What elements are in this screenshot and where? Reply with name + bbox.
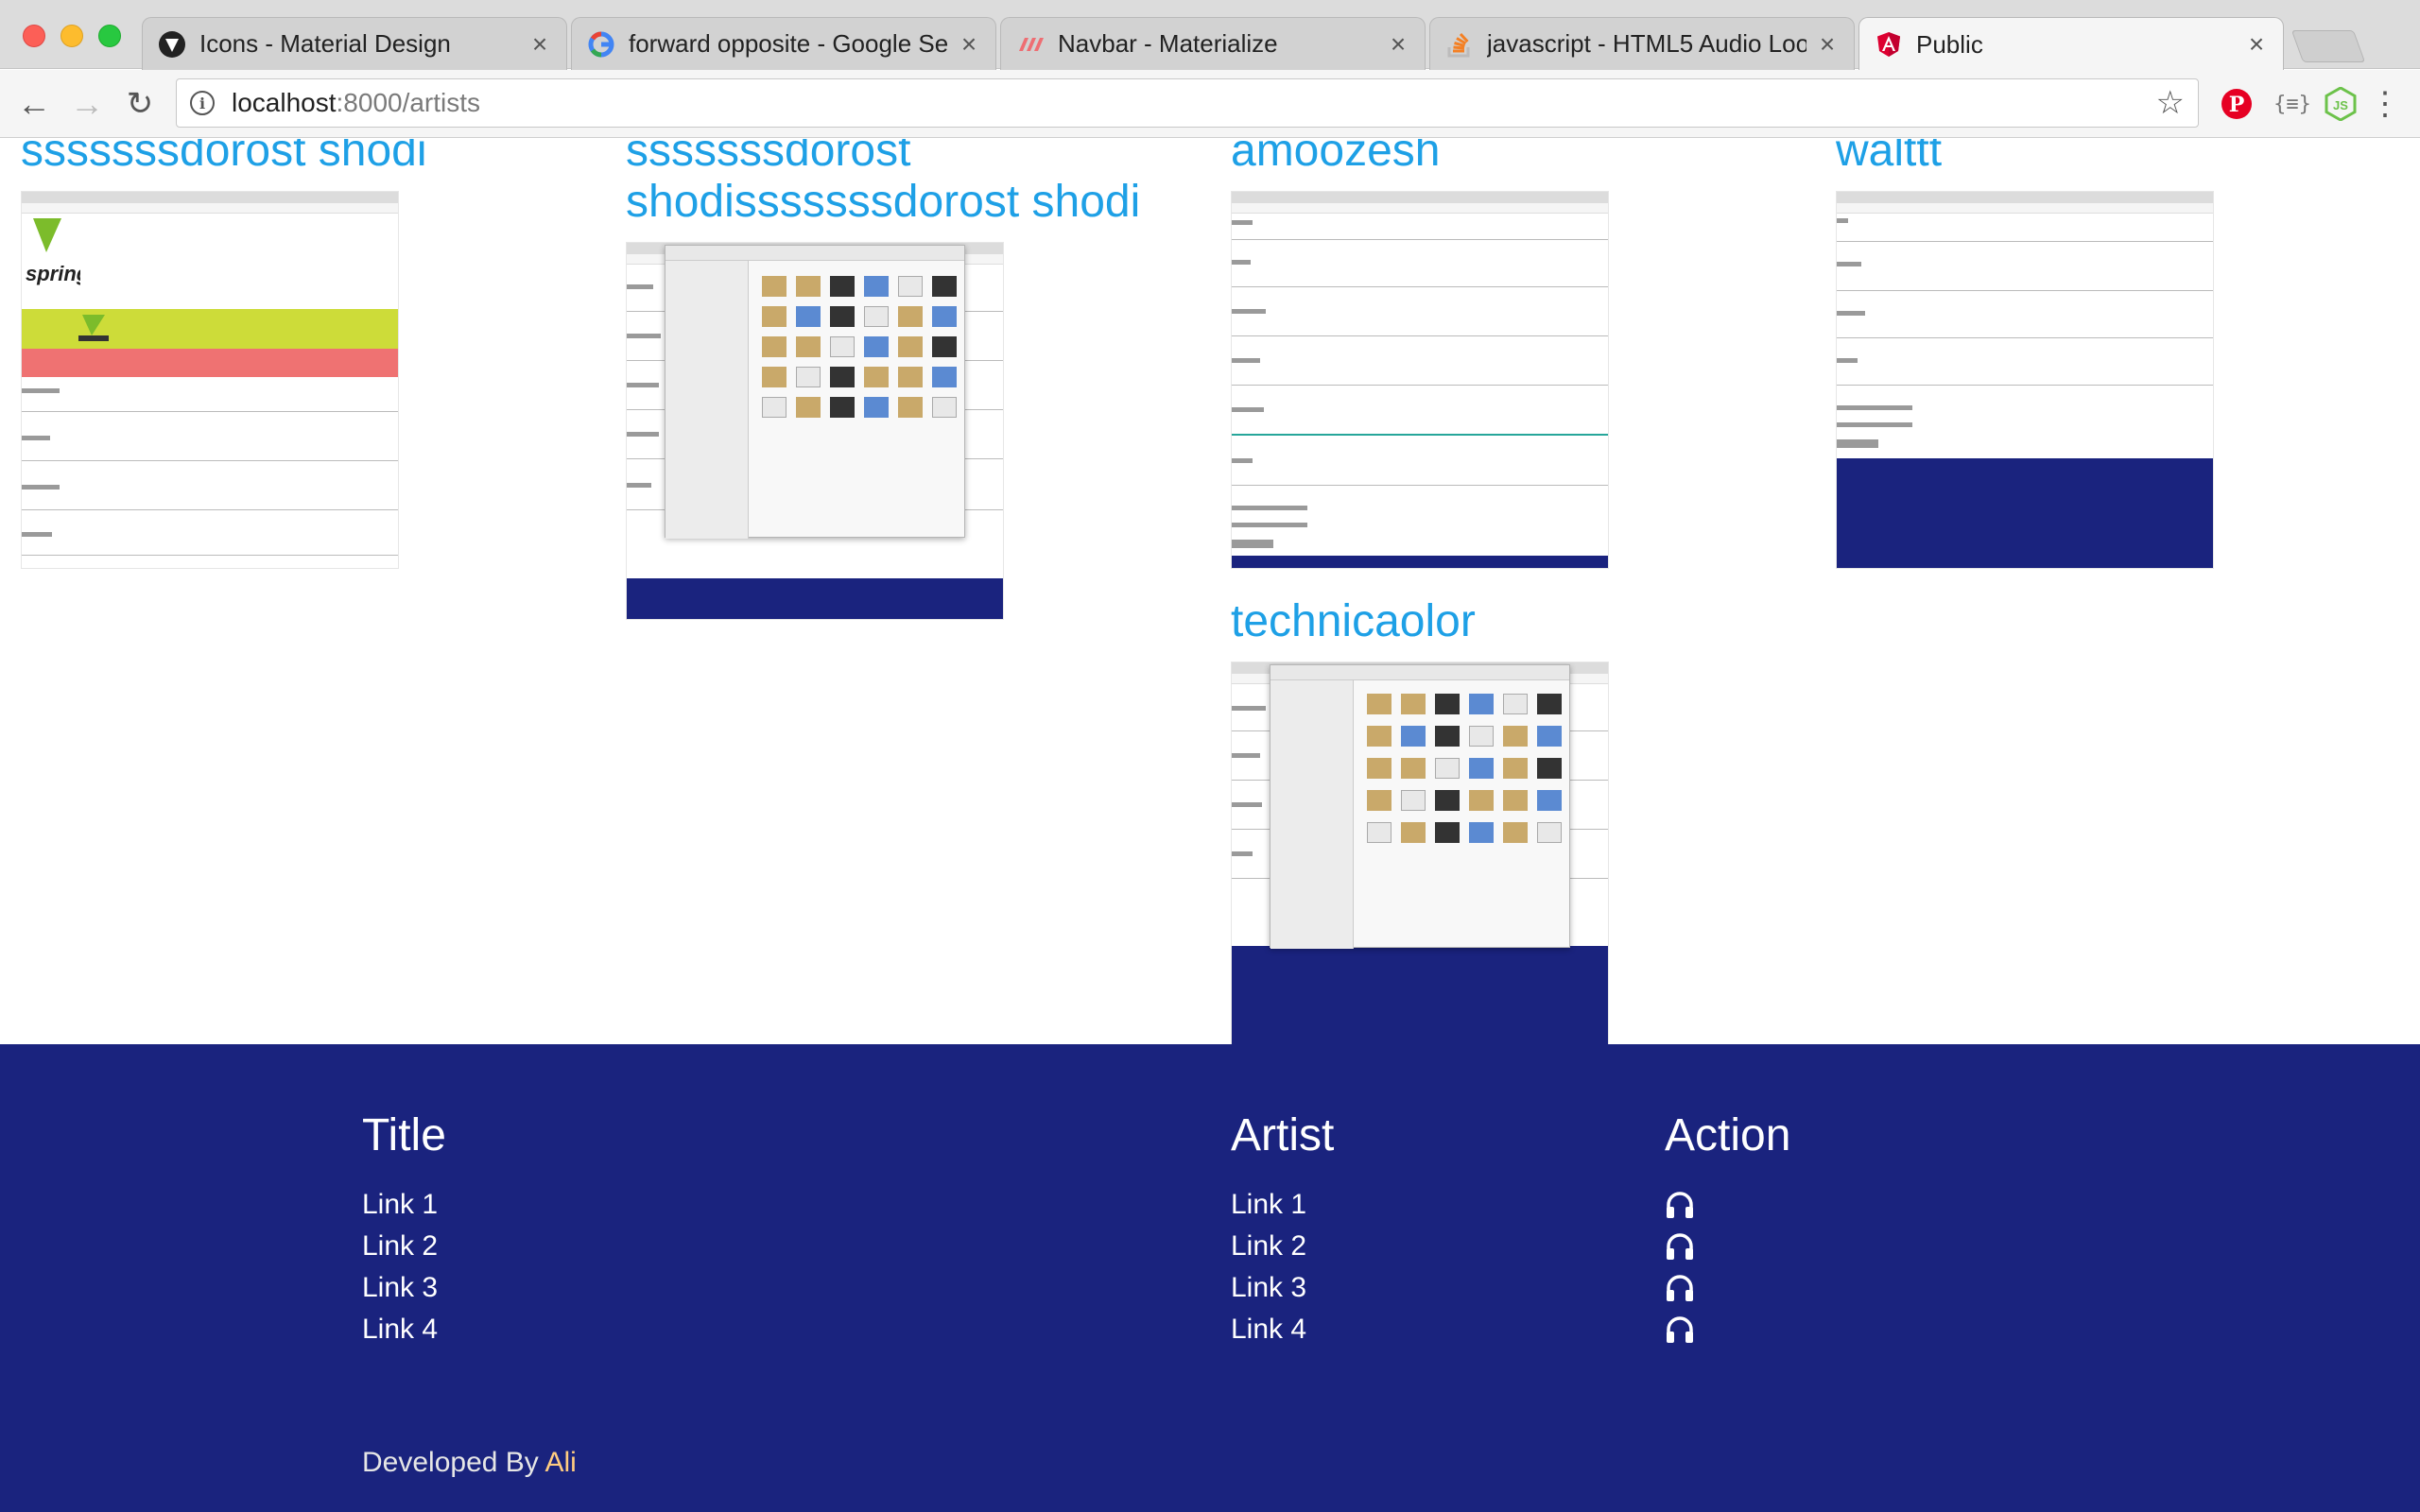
svg-text:P: P xyxy=(2229,93,2245,117)
footer: Title Link 1 Link 2 Link 3 Link 4 Artist… xyxy=(0,1044,2420,1512)
minimize-window-button[interactable] xyxy=(60,25,83,47)
stackoverflow-icon xyxy=(1445,30,1474,59)
forward-arrow-icon[interactable]: → xyxy=(66,83,108,125)
new-tab-button[interactable] xyxy=(2290,30,2366,62)
angular-icon xyxy=(1875,30,1903,59)
svg-text:spring: spring xyxy=(26,262,80,285)
browser-toolbar: ← → ↻ i localhost:8000/artists ☆ P {≡} J… xyxy=(0,70,2420,138)
reload-icon[interactable]: ↻ xyxy=(119,83,161,125)
footer-title-link[interactable]: Link 1 xyxy=(362,1184,446,1226)
tab-javascript-audio-loop[interactable]: javascript - HTML5 Audio Loop × xyxy=(1429,17,1855,70)
json-viewer-icon[interactable]: {≡} xyxy=(2271,85,2314,123)
tab-navbar-materialize[interactable]: Navbar - Materialize × xyxy=(1000,17,1426,70)
artists-page: sssssssdorost shodi spring sssssssdorost… xyxy=(0,139,2420,1044)
close-tab-icon[interactable]: × xyxy=(958,29,980,60)
artist-image[interactable] xyxy=(1836,191,2214,569)
close-tab-icon[interactable]: × xyxy=(528,29,551,60)
info-icon[interactable]: i xyxy=(190,91,215,115)
tab-public[interactable]: Public × xyxy=(1858,17,2284,71)
tab-strip: Icons - Material Design × forward opposi… xyxy=(0,0,2420,71)
nodejs-icon[interactable]: JS xyxy=(2322,85,2360,123)
url-text: localhost:8000/artists xyxy=(232,88,481,117)
headphones-icon[interactable] xyxy=(1665,1309,1790,1350)
artist-name[interactable]: sssssssdorost shodisssssssdorost shodi xyxy=(626,139,1193,228)
artist-card[interactable]: sssssssdorost shodisssssssdorost shodi xyxy=(626,139,1193,620)
tab-title: Navbar - Materialize xyxy=(1058,29,1278,58)
artist-name[interactable]: sssssssdorost shodi xyxy=(21,139,588,177)
footer-action-column: Action xyxy=(1665,1103,1790,1350)
footer-artist-link[interactable]: Link 4 xyxy=(1231,1309,1334,1350)
tab-title: javascript - HTML5 Audio Loop xyxy=(1487,29,1806,58)
material-design-icon xyxy=(158,30,186,59)
artist-card[interactable]: sssssssdorost shodi spring xyxy=(21,139,588,569)
artist-card[interactable]: walttt xyxy=(1836,139,2403,569)
footer-artist-link[interactable]: Link 2 xyxy=(1231,1226,1334,1267)
tab-title: Icons - Material Design xyxy=(199,29,451,58)
menu-kebab-icon[interactable]: ⋮ xyxy=(2369,85,2401,123)
zoom-window-button[interactable] xyxy=(98,25,121,47)
artist-image[interactable] xyxy=(626,242,1004,620)
tab-title: Public xyxy=(1916,29,1983,59)
footer-artist-column: Artist Link 1 Link 2 Link 3 Link 4 xyxy=(1231,1103,1334,1350)
artist-heading: Artist xyxy=(1231,1110,1335,1160)
artist-image[interactable]: spring xyxy=(21,191,399,569)
close-tab-icon[interactable]: × xyxy=(1816,29,1839,60)
footer-title-link[interactable]: Link 3 xyxy=(362,1267,446,1309)
artist-name[interactable]: walttt xyxy=(1836,139,2403,177)
close-tab-icon[interactable]: × xyxy=(2245,29,2268,60)
headphones-icon[interactable] xyxy=(1665,1184,1790,1226)
artist-name[interactable]: technicaolor xyxy=(1231,596,1798,647)
title-heading: Title xyxy=(362,1110,446,1160)
spring-logo: spring xyxy=(24,215,90,300)
footer-title-column: Title Link 1 Link 2 Link 3 Link 4 xyxy=(362,1103,446,1350)
footer-title-link[interactable]: Link 2 xyxy=(362,1226,446,1267)
artist-card[interactable]: technicaolor xyxy=(1231,596,1798,1044)
artist-name[interactable]: amoozesh xyxy=(1231,139,1798,177)
close-window-button[interactable] xyxy=(23,25,45,47)
spring-leaf-icon xyxy=(77,313,111,345)
close-tab-icon[interactable]: × xyxy=(1387,29,1409,60)
footer-artist-link[interactable]: Link 3 xyxy=(1231,1267,1334,1309)
tab-google-search[interactable]: forward opposite - Google Sea × xyxy=(571,17,996,70)
bookmark-star-icon[interactable]: ☆ xyxy=(2156,84,2185,122)
materialize-icon xyxy=(1016,30,1045,59)
author-link[interactable]: Ali xyxy=(544,1447,576,1478)
back-arrow-icon[interactable]: ← xyxy=(13,83,55,125)
svg-text:JS: JS xyxy=(2333,98,2348,112)
artist-card[interactable]: amoozesh xyxy=(1231,139,1798,569)
tab-icons-material-design[interactable]: Icons - Material Design × xyxy=(142,17,567,70)
tab-title: forward opposite - Google Sea xyxy=(629,29,948,58)
google-icon xyxy=(587,30,615,59)
developed-by: Developed By Ali xyxy=(362,1447,577,1479)
footer-artist-link[interactable]: Link 1 xyxy=(1231,1184,1334,1226)
artist-image[interactable] xyxy=(1231,191,1609,569)
action-heading: Action xyxy=(1665,1110,1791,1160)
developed-by-label: Developed By xyxy=(362,1447,539,1478)
footer-title-link[interactable]: Link 4 xyxy=(362,1309,446,1350)
headphones-icon[interactable] xyxy=(1665,1226,1790,1267)
address-bar[interactable]: i localhost:8000/artists ☆ xyxy=(176,78,2199,128)
headphones-icon[interactable] xyxy=(1665,1267,1790,1309)
artist-image[interactable] xyxy=(1231,662,1609,1044)
pinterest-icon[interactable]: P xyxy=(2218,85,2256,123)
